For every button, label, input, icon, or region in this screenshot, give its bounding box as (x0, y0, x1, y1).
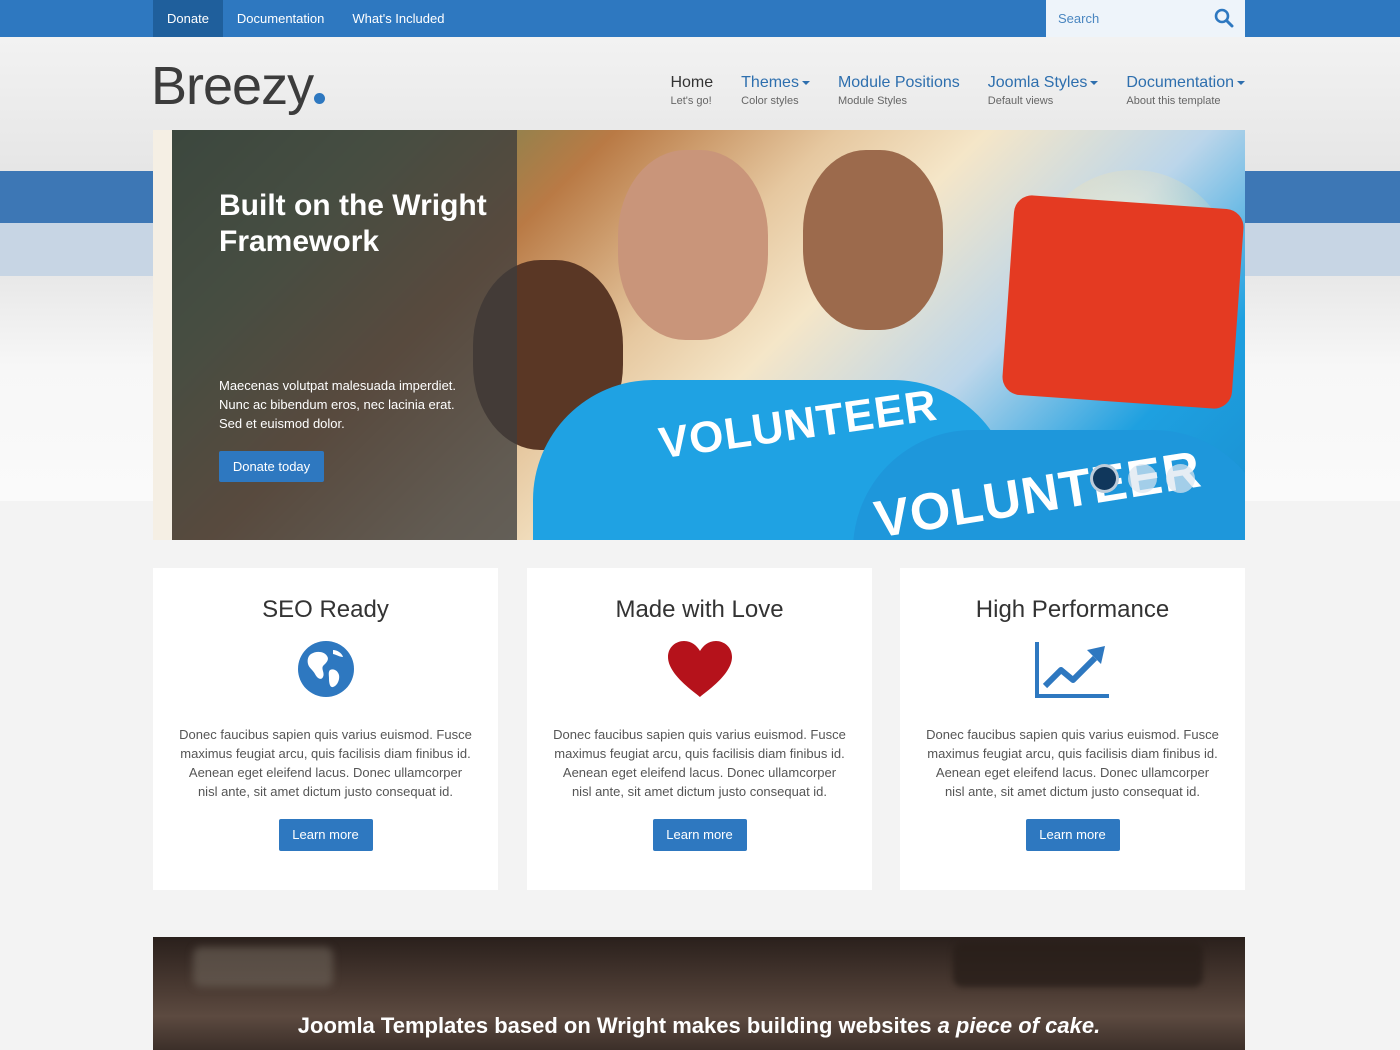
nav-item-joomla-styles[interactable]: Joomla Styles Default views (988, 74, 1099, 107)
banner-emphasis: a piece of cake. (937, 1013, 1101, 1038)
hero-title: Built on the Wright Framework (219, 189, 487, 258)
caret-down-icon (1237, 80, 1245, 85)
hero-left-strip (153, 130, 172, 540)
feature-card-performance: High Performance Donec faucibus sapien q… (900, 568, 1245, 890)
top-nav: Donate Documentation What's Included (153, 0, 458, 37)
nav-item-module-positions[interactable]: Module Positions Module Styles (838, 74, 960, 107)
search-box (1046, 0, 1245, 37)
nav-item-themes[interactable]: Themes Color styles (741, 74, 810, 107)
nav-sublabel: Let's go! (670, 95, 712, 107)
slider-pagination (1090, 464, 1195, 493)
heart-icon (660, 639, 740, 699)
hero-slider: VOLUNTEER VOLUNTEER Built on the Wright … (153, 130, 1245, 540)
nav-sublabel: Module Styles (837, 95, 908, 107)
caret-down-icon (1090, 80, 1099, 85)
line-chart-icon (1033, 639, 1113, 699)
nav-item-home[interactable]: Home Let's go! (670, 74, 713, 107)
logo-dot (314, 93, 326, 104)
donate-today-button[interactable]: Donate today (219, 451, 324, 482)
search-icon[interactable] (1214, 8, 1234, 28)
nav-sublabel: About this template (1126, 95, 1221, 107)
top-nav-documentation[interactable]: Documentation (223, 0, 338, 37)
feature-title: Made with Love (615, 596, 784, 623)
feature-text: Donec faucibus sapien quis varius euismo… (179, 727, 472, 799)
feature-card-love: Made with Love Donec faucibus sapien qui… (527, 568, 872, 890)
nav-sublabel: Color styles (741, 95, 799, 107)
nav-label: Joomla Styles (987, 74, 1088, 91)
globe-icon (286, 639, 366, 699)
banner-blurred-object (193, 947, 333, 987)
banner-text: Joomla Templates based on Wright makes b… (297, 1013, 932, 1038)
nav-label: Documentation (1126, 74, 1234, 91)
top-nav-whats-included[interactable]: What's Included (338, 0, 458, 37)
learn-more-button[interactable]: Learn more (652, 819, 747, 851)
slider-dot-2[interactable] (1128, 464, 1157, 493)
nav-label: Themes (741, 74, 799, 91)
search-input[interactable] (1046, 0, 1206, 37)
nav-label-wrap: Joomla Styles (988, 74, 1099, 92)
cake-banner: Joomla Templates based on Wright makes b… (153, 937, 1245, 1050)
feature-title: High Performance (975, 596, 1170, 623)
top-nav-donate[interactable]: Donate (153, 0, 223, 37)
site-logo[interactable]: Breezy (151, 55, 326, 117)
nav-sublabel: Default views (987, 95, 1054, 107)
nav-label: Home (670, 74, 714, 91)
hero-phone (1001, 194, 1245, 410)
feature-card-seo: SEO Ready Donec faucibus sapien quis var… (153, 568, 498, 890)
nav-label-wrap: Themes (741, 74, 810, 92)
banner-blurred-object (953, 942, 1203, 987)
caret-down-icon (801, 80, 810, 85)
feature-text: Donec faucibus sapien quis varius euismo… (553, 727, 846, 799)
slider-dot-3[interactable] (1166, 464, 1195, 493)
banner-headline: Joomla Templates based on Wright makes b… (153, 1013, 1245, 1039)
learn-more-button[interactable]: Learn more (1025, 819, 1120, 851)
feature-title: SEO Ready (262, 596, 389, 623)
slider-dot-1[interactable] (1090, 464, 1119, 493)
nav-label-wrap: Documentation (1126, 74, 1245, 92)
hero-text: Maecenas volutpat malesuada imperdiet. N… (219, 378, 457, 431)
learn-more-button[interactable]: Learn more (278, 819, 373, 851)
hero-person-man-right (803, 150, 943, 330)
logo-text: Breezy (151, 56, 314, 116)
nav-label: Module Positions (837, 74, 960, 91)
feature-text: Donec faucibus sapien quis varius euismo… (926, 727, 1219, 799)
hero-person-man-glasses (618, 150, 768, 340)
main-nav: Home Let's go! Themes Color styles Modul… (670, 74, 1245, 107)
nav-item-documentation[interactable]: Documentation About this template (1126, 74, 1245, 107)
